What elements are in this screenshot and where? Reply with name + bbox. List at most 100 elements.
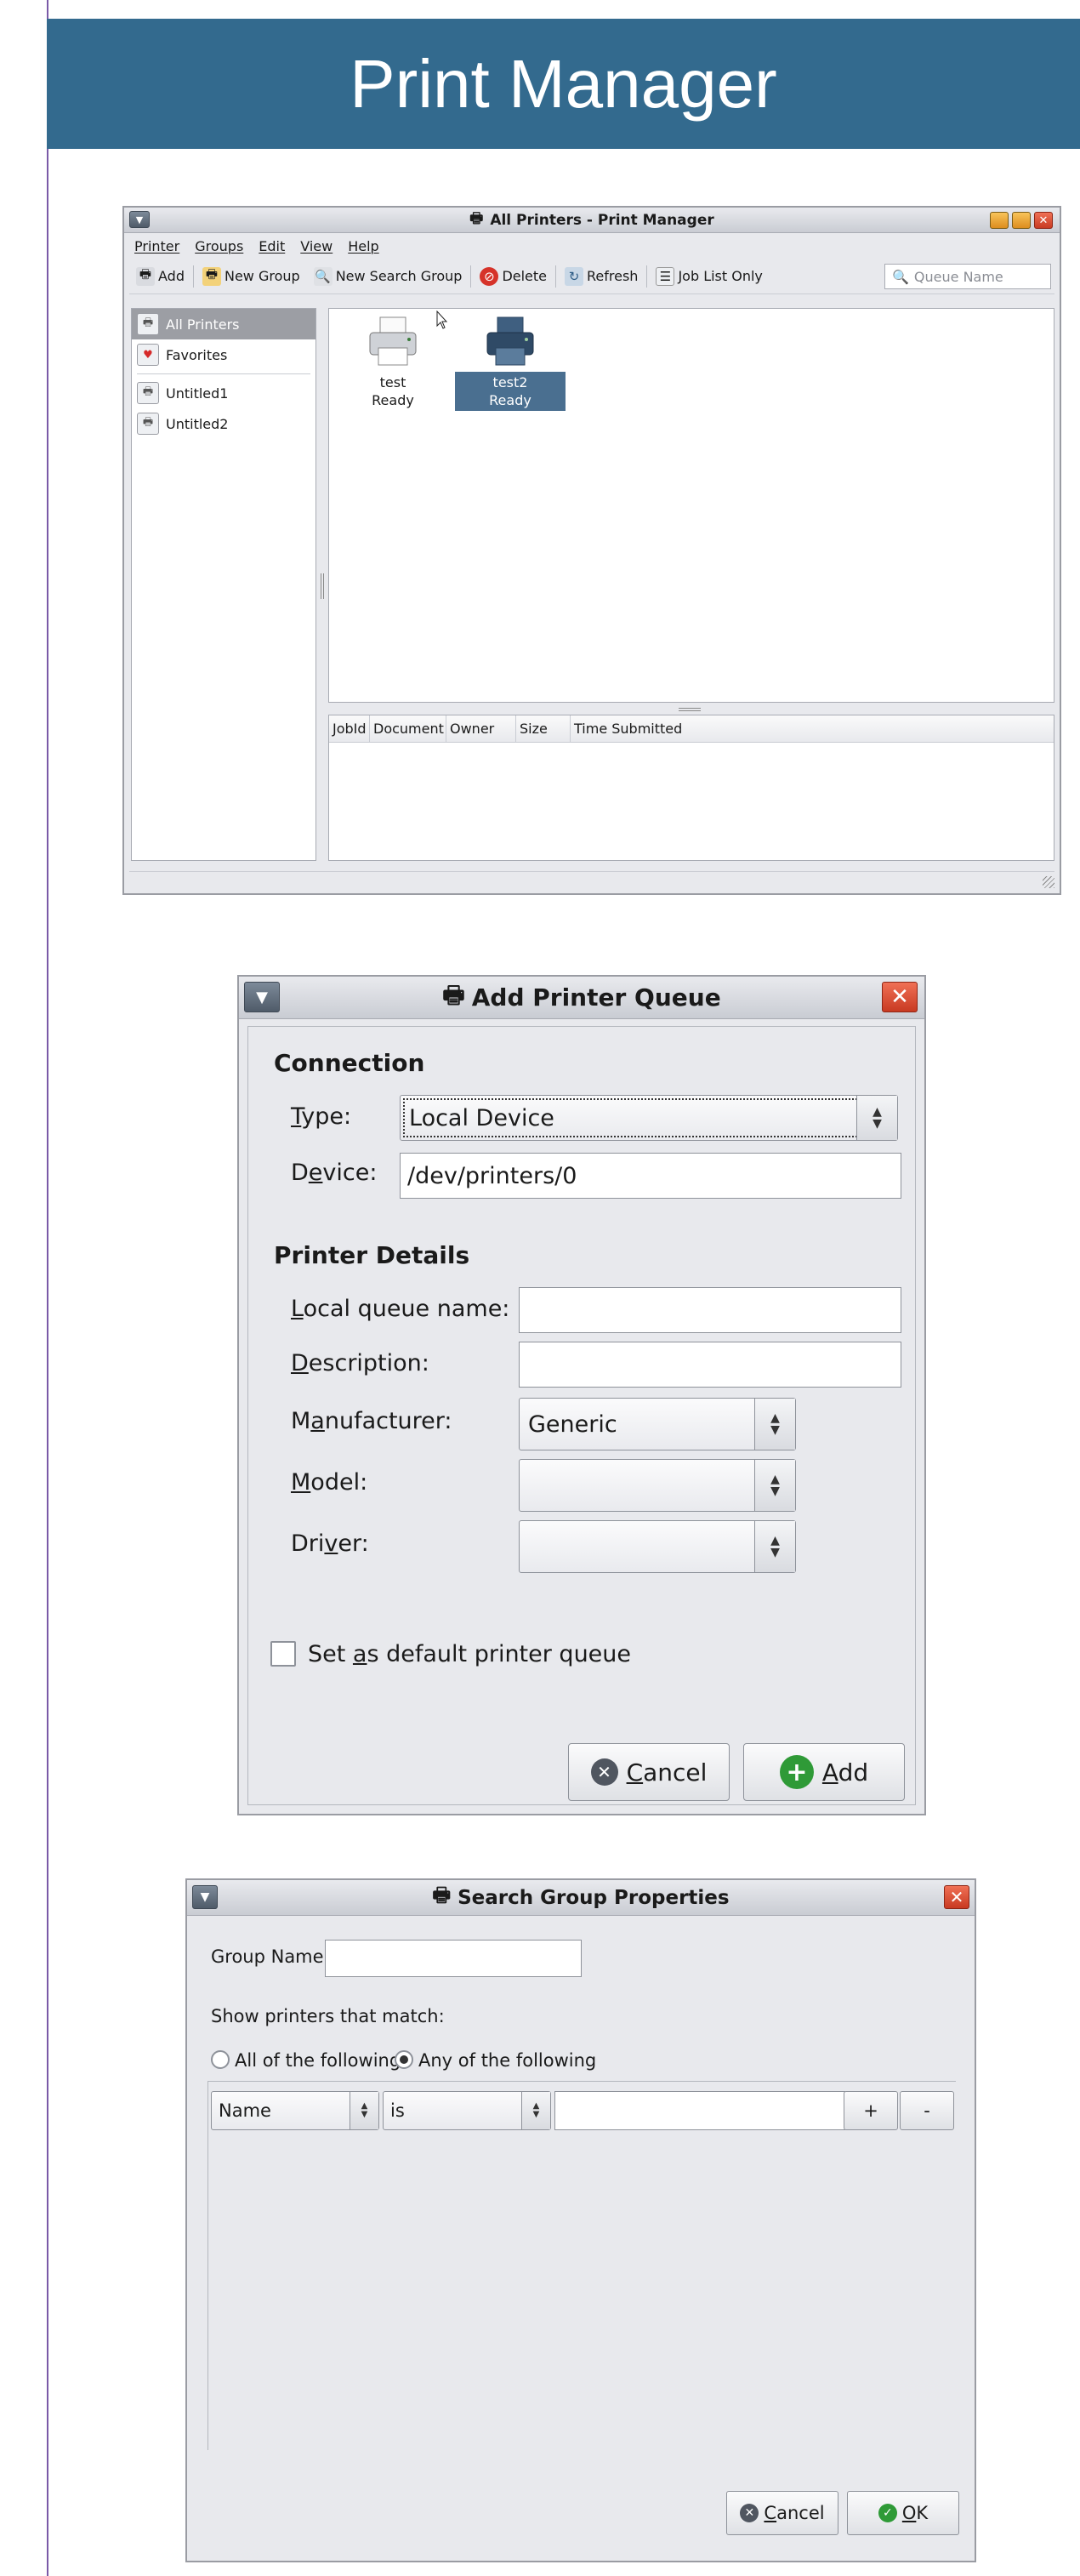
window-menu-button[interactable]: ▼ [244,982,280,1012]
device-label: Device: [291,1160,378,1186]
dialog-body: Connection Type: Local Device ▲ ▼ Device:… [247,1026,916,1805]
printer-name: test2 [492,374,528,390]
column-header-owner[interactable]: Owner [446,715,516,742]
chevron-updown-icon: ▲ ▼ [521,2092,550,2129]
description-label: Description: [291,1350,429,1376]
add-button[interactable]: 🖶 Add [129,263,191,290]
printer-item-test2[interactable]: test2 Ready [455,314,566,411]
criteria-operator-value: is [390,2100,405,2121]
status-bar [129,871,1054,890]
job-list-only-button[interactable]: ☰ Job List Only [649,263,769,290]
criteria-field-value: Name [219,2100,271,2121]
window-resize-grip[interactable] [1043,876,1054,888]
ok-icon: ✓ [878,2504,897,2522]
split-resize-handle[interactable] [679,708,701,711]
description-field[interactable] [519,1342,901,1388]
column-header-jobid[interactable]: JobId [329,715,370,742]
printer-icon [486,316,534,366]
sidebar-divider [137,373,310,374]
page-title: Print Manager [350,45,777,122]
close-icon[interactable]: ✕ [1034,212,1053,229]
all-of-following-radio[interactable] [211,2050,230,2069]
column-header-time-submitted[interactable]: Time Submitted [571,715,1054,742]
queue-name-search[interactable]: 🔍 Queue Name [884,264,1051,289]
printer-icon: 🖶 [137,313,159,335]
new-group-icon: 🖶 [202,266,221,286]
device-field-value: /dev/printers/0 [407,1162,577,1189]
delete-button[interactable]: ⊘ Delete [473,263,554,290]
add-button[interactable]: + Add [743,1743,905,1801]
menu-view[interactable]: View [300,238,333,254]
menu-help[interactable]: Help [348,238,378,254]
local-queue-name-field[interactable] [519,1287,901,1333]
printer-icon: 🖶 [469,210,484,227]
delete-icon: ⊘ [480,266,499,286]
sidebar-item-untitled2[interactable]: 🖶 Untitled2 [132,408,315,439]
queue-search-placeholder: Queue Name [913,268,1003,285]
add-criteria-button[interactable]: + [844,2091,898,2130]
printer-icon: 🖶 [442,980,465,1009]
menu-edit[interactable]: Edit [259,238,285,254]
printer-item-test[interactable]: test Ready [338,314,448,411]
type-label: Type: [291,1103,352,1130]
window-menu-button[interactable]: ▼ [129,211,150,228]
maximize-button[interactable] [1012,212,1031,229]
criteria-operator-select[interactable]: is ▲ ▼ [383,2091,551,2130]
manufacturer-select-value: Generic [528,1411,617,1438]
dialog-titlebar[interactable]: ▼ 🖶 Search Group Properties ✕ [187,1880,975,1916]
printer-group-icon: 🖶 [137,413,159,435]
cancel-button[interactable]: ✕ Cancel [726,2491,838,2535]
new-search-group-button[interactable]: 🔍 New Search Group [307,263,469,290]
menu-printer[interactable]: Printer [134,238,179,254]
column-header-size[interactable]: Size [516,715,571,742]
menu-groups[interactable]: Groups [195,238,243,254]
minimize-button[interactable] [990,212,1009,229]
driver-select[interactable]: ▲ ▼ [519,1520,796,1573]
model-select[interactable]: ▲ ▼ [519,1459,796,1512]
group-name-field[interactable] [325,1940,582,1977]
close-icon[interactable]: ✕ [882,982,918,1012]
window-menu-button[interactable]: ▼ [192,1885,218,1909]
page-header: Print Manager [47,19,1080,149]
new-group-button[interactable]: 🖶 New Group [196,263,307,290]
add-icon: + [779,1755,814,1789]
cancel-button[interactable]: ✕ Cancel [568,1743,730,1801]
show-printers-label: Show printers that match: [211,2006,445,2026]
criteria-value-field[interactable] [554,2091,845,2130]
type-select[interactable]: Local Device ▲ ▼ [400,1095,898,1141]
print-manager-titlebar[interactable]: ▼ 🖶 All Printers - Print Manager ✕ [124,208,1060,233]
dialog-titlebar[interactable]: ▼ 🖶 Add Printer Queue ✕ [239,977,924,1019]
device-field[interactable]: /dev/printers/0 [400,1153,901,1199]
page-left-border [47,0,48,2576]
printer-icon [369,316,417,366]
all-of-following-label[interactable]: All of the following [235,2050,401,2071]
close-icon[interactable]: ✕ [944,1885,969,1909]
printer-name: test [379,374,406,390]
cancel-icon: ✕ [590,1758,618,1786]
dialog-title: Search Group Properties [458,1886,730,1909]
menu-bar: Printer Groups Edit View Help [129,235,1054,257]
any-of-following-radio[interactable] [395,2050,413,2069]
criteria-area [207,2081,956,2450]
refresh-button[interactable]: ↻ Refresh [558,263,645,290]
column-header-document[interactable]: Document [370,715,446,742]
remove-criteria-button[interactable]: - [900,2091,954,2130]
sidebar-item-all-printers[interactable]: 🖶 All Printers [132,309,315,339]
toolbar-separator [555,265,557,288]
ok-button[interactable]: ✓ OK [847,2491,959,2535]
any-of-following-label[interactable]: Any of the following [418,2050,596,2071]
job-list: JobId Document Owner Size Time Submitted [328,715,1054,861]
sidebar-item-untitled1[interactable]: 🖶 Untitled1 [132,378,315,408]
chevron-updown-icon: ▲ ▼ [754,1460,795,1511]
chevron-updown-icon: ▲ ▼ [754,1399,795,1450]
add-printer-queue-dialog: ▼ 🖶 Add Printer Queue ✕ Connection Type:… [237,975,926,1815]
manufacturer-select[interactable]: Generic ▲ ▼ [519,1398,796,1450]
pane-resize-handle[interactable] [321,573,324,599]
criteria-field-select[interactable]: Name ▲ ▼ [211,2091,379,2130]
search-group-properties-dialog: ▼ 🖶 Search Group Properties ✕ Group Name… [185,1878,976,2562]
mouse-cursor-icon [436,311,448,329]
window-title: All Printers - Print Manager [490,211,714,229]
sidebar-item-favorites[interactable]: ♥ Favorites [132,339,315,370]
default-printer-label[interactable]: Set as default printer queue [308,1641,631,1667]
default-printer-checkbox[interactable] [270,1641,296,1667]
